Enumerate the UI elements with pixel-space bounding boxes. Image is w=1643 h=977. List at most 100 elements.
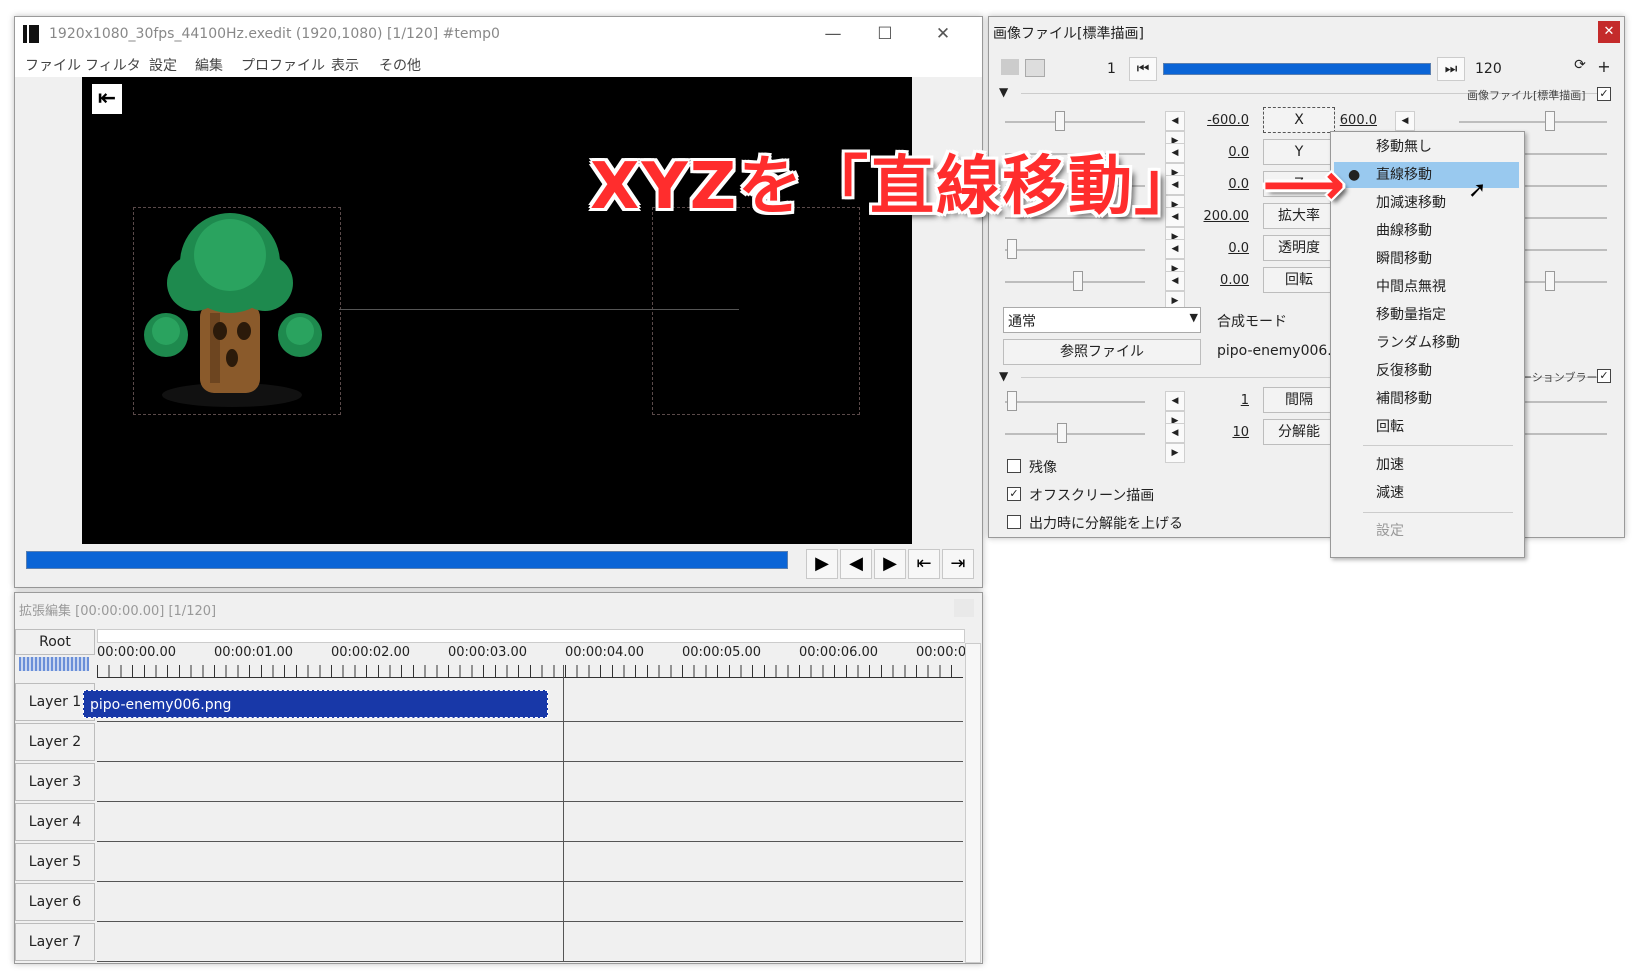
root-button[interactable]: Root [15, 629, 95, 655]
go-start-icon[interactable]: ⇤ [908, 549, 940, 579]
layer-button-4[interactable]: Layer 4 [15, 803, 95, 841]
frame-range-bar[interactable] [1163, 63, 1431, 75]
reference-file-button[interactable]: 参照ファイル [1003, 339, 1201, 365]
menu-item-repeat-move[interactable]: 反復移動 [1334, 358, 1519, 384]
clip-icon[interactable] [1001, 59, 1019, 75]
resolution-value[interactable]: 10 [1201, 425, 1249, 440]
collapse-triangle-icon[interactable]: ▼ [999, 85, 1008, 99]
afterimage-label: 残像 [1029, 460, 1057, 476]
offscreen-checkbox[interactable]: ✓ [1007, 487, 1021, 501]
x-end-stepper[interactable]: ◀▶ [1395, 111, 1435, 151]
x-end-slider-thumb[interactable] [1545, 111, 1555, 131]
timeline-hscroll[interactable] [97, 629, 965, 643]
menu-item-no-move[interactable]: 移動無し [1334, 134, 1519, 160]
layer-button-6[interactable]: Layer 6 [15, 883, 95, 921]
menu-item-rotate[interactable]: 回転 [1334, 414, 1519, 440]
menu-item-random-move[interactable]: ランダム移動 [1334, 330, 1519, 356]
chevron-down-icon: ▼ [1189, 311, 1198, 324]
resolution-slider-thumb[interactable] [1057, 423, 1067, 443]
layer-row[interactable] [97, 803, 963, 842]
afterimage-checkbox[interactable] [1007, 459, 1021, 473]
timeline-close-button[interactable] [954, 599, 974, 617]
menu-item-move-amount[interactable]: 移動量指定 [1334, 302, 1519, 328]
collapse-triangle-icon[interactable]: ▼ [999, 369, 1008, 383]
layer-row[interactable] [97, 843, 963, 882]
opacity-value[interactable]: 0.0 [1201, 241, 1249, 256]
resolution-button[interactable]: 分解能 [1263, 419, 1335, 445]
x-start-value[interactable]: -600.0 [1201, 113, 1249, 128]
layer-button-3[interactable]: Layer 3 [15, 763, 95, 801]
opacity-slider-thumb[interactable] [1007, 239, 1017, 259]
ruler-line [97, 677, 963, 678]
layer-button-5[interactable]: Layer 5 [15, 843, 95, 881]
menu-separator [1363, 445, 1513, 446]
opacity-stepper[interactable]: ◀▶ [1165, 239, 1205, 279]
clip-icon-2[interactable] [1025, 59, 1045, 77]
menu-item-ease-move[interactable]: 加減速移動 [1334, 190, 1519, 216]
menu-item-settings: 設定 [1376, 523, 1404, 539]
close-button[interactable]: ✕ [925, 21, 961, 47]
x-end-value[interactable]: 600.0 [1329, 113, 1377, 128]
opacity-button[interactable]: 透明度 [1263, 235, 1335, 261]
layer-button-2[interactable]: Layer 2 [15, 723, 95, 761]
return-to-start-icon[interactable]: ⇤ [92, 84, 122, 114]
resolution-stepper[interactable]: ◀▶ [1165, 423, 1205, 463]
menu-file[interactable]: ファイル [25, 55, 81, 75]
menu-view[interactable]: 表示 [331, 55, 359, 75]
menu-edit[interactable]: 編集 [195, 55, 223, 75]
menu-item-instant-move[interactable]: 瞬間移動 [1334, 246, 1519, 272]
layer-row[interactable] [97, 923, 963, 962]
time-ruler-ticks [97, 665, 963, 677]
refresh-icon[interactable]: ⟳ [1571, 57, 1589, 75]
menu-item-ignore-midpoint[interactable]: 中間点無視 [1334, 274, 1519, 300]
rotation-slider-thumb[interactable] [1073, 271, 1083, 291]
minimize-button[interactable]: — [815, 21, 851, 47]
fast-forward-icon[interactable]: ⏭ [1437, 57, 1465, 81]
rotation-stepper[interactable]: ◀▶ [1165, 271, 1205, 311]
filter-enable-checkbox[interactable]: ✓ [1597, 87, 1611, 101]
properties-close-button[interactable]: ✕ [1598, 21, 1620, 43]
time-label: 00:00:03.00 [448, 645, 528, 660]
menu-item-accelerate[interactable]: 加速 [1334, 452, 1519, 478]
layer-button-7[interactable]: Layer 7 [15, 923, 95, 961]
x-motion-button[interactable]: X [1263, 107, 1335, 133]
hires-output-checkbox[interactable] [1007, 515, 1021, 529]
prev-frame-icon[interactable]: ◀ [840, 549, 872, 579]
menu-settings[interactable]: 設定 [149, 55, 177, 75]
layer-row[interactable] [97, 883, 963, 922]
menu-item-curve-move[interactable]: 曲線移動 [1334, 218, 1519, 244]
x-slider-thumb[interactable] [1055, 111, 1065, 131]
scale-value[interactable]: 200.00 [1201, 209, 1250, 224]
timeline-clip[interactable]: pipo-enemy006.png [83, 690, 548, 718]
interval-value[interactable]: 1 [1201, 393, 1249, 408]
next-frame-icon[interactable]: ▶ [874, 549, 906, 579]
layer-row[interactable] [97, 723, 963, 762]
interval-button[interactable]: 間隔 [1263, 387, 1335, 413]
rotation-end-slider-thumb[interactable] [1545, 271, 1555, 291]
rotation-value[interactable]: 0.00 [1201, 273, 1249, 288]
menu-item-decelerate[interactable]: 減速 [1334, 480, 1519, 506]
maximize-button[interactable]: ☐ [867, 21, 903, 47]
rewind-icon[interactable]: ⏮ [1129, 57, 1157, 81]
interval-stepper[interactable]: ◀▶ [1165, 391, 1205, 431]
timeline-vscroll[interactable] [965, 643, 981, 963]
rotation-button[interactable]: 回転 [1263, 267, 1335, 293]
menu-filter[interactable]: フィルタ [85, 55, 141, 75]
motion-blur-checkbox[interactable]: ✓ [1597, 369, 1611, 383]
y-start-value[interactable]: 0.0 [1201, 145, 1249, 160]
go-end-icon[interactable]: ⇥ [942, 549, 974, 579]
menu-profile[interactable]: プロファイル [241, 55, 325, 75]
seek-bar[interactable] [26, 551, 788, 569]
interval-slider-thumb[interactable] [1007, 391, 1017, 411]
zoom-bar[interactable] [19, 657, 89, 671]
play-icon[interactable]: ▶ [806, 549, 838, 579]
add-filter-icon[interactable]: + [1595, 57, 1613, 76]
menu-item-interpolate-move[interactable]: 補間移動 [1334, 386, 1519, 412]
z-start-value[interactable]: 0.0 [1201, 177, 1249, 192]
layer-row[interactable] [97, 763, 963, 802]
menu-other[interactable]: その他 [379, 55, 421, 75]
x-stepper[interactable]: ◀▶ [1165, 111, 1205, 151]
menu-item-linear-move[interactable]: ● 直線移動 [1334, 162, 1519, 188]
filter-label: 画像ファイル[標準描画] [1467, 89, 1586, 102]
blend-mode-select[interactable]: 通常 ▼ [1003, 307, 1201, 333]
